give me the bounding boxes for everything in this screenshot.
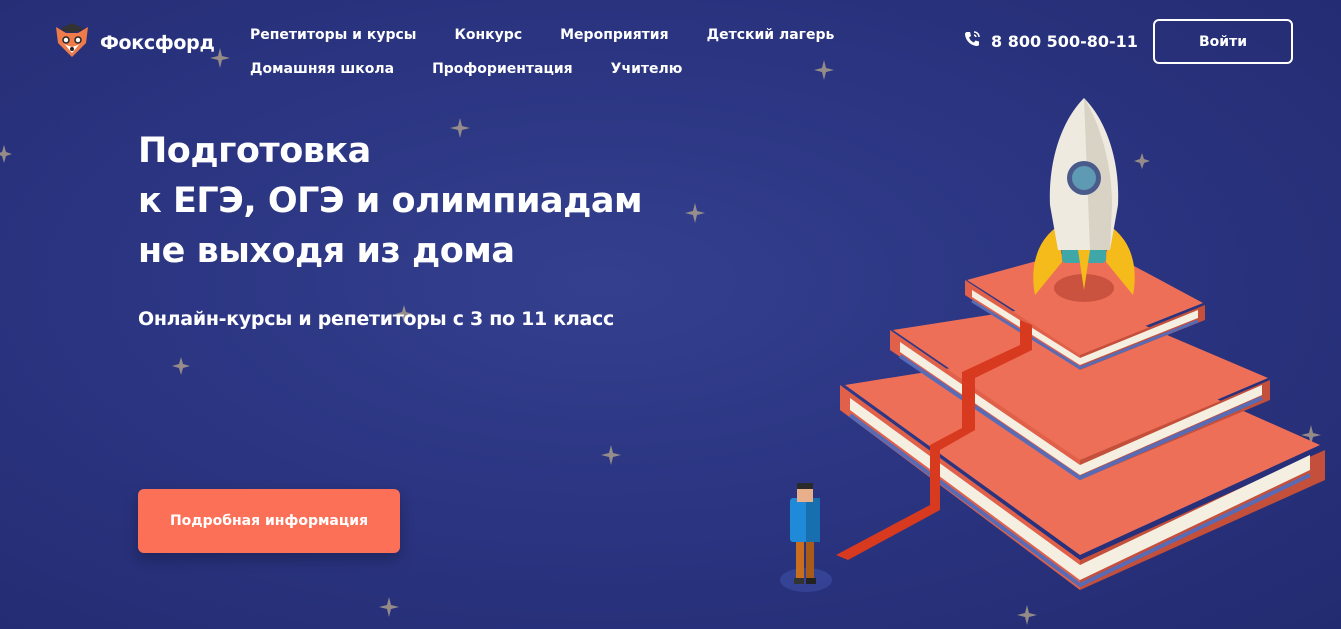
hero-title-line-3: не выходя из дома	[138, 231, 515, 271]
rocket	[1033, 98, 1135, 302]
phone-icon	[963, 30, 981, 52]
nav-item-tutors-courses[interactable]: Репетиторы и курсы	[250, 27, 416, 43]
books-rocket-illustration	[780, 98, 1325, 592]
nav-item-teachers[interactable]: Учителю	[611, 61, 683, 77]
nav-item-home-school[interactable]: Домашняя школа	[250, 61, 394, 77]
hero-title: Подготовка к ЕГЭ, ОГЭ и олимпиадам не вы…	[138, 126, 643, 276]
hero-subtitle: Онлайн-курсы и репетиторы с 3 по 11 клас…	[138, 308, 614, 330]
nav-row-1: Репетиторы и курсы Конкурс Мероприятия Д…	[250, 18, 834, 52]
phone-number: 8 800 500-80-11	[991, 31, 1138, 51]
logo-text: Фоксфорд	[100, 32, 215, 54]
more-info-button[interactable]: Подробная информация	[138, 489, 400, 553]
hero-title-line-2: к ЕГЭ, ОГЭ и олимпиадам	[138, 181, 643, 221]
nav-item-kids-camp[interactable]: Детский лагерь	[707, 27, 835, 43]
hero-title-line-1: Подготовка	[138, 131, 371, 171]
main-nav: Репетиторы и курсы Конкурс Мероприятия Д…	[250, 18, 834, 86]
phone-contact[interactable]: 8 800 500-80-11	[963, 30, 1138, 52]
nav-item-events[interactable]: Мероприятия	[560, 27, 668, 43]
nav-item-career-guidance[interactable]: Профориентация	[432, 61, 573, 77]
fox-logo-icon	[52, 21, 92, 65]
nav-item-contest[interactable]: Конкурс	[454, 27, 522, 43]
nav-row-2: Домашняя школа Профориентация Учителю	[250, 52, 834, 86]
login-button[interactable]: Войти	[1153, 19, 1293, 64]
logo[interactable]: Фоксфорд	[52, 21, 215, 65]
